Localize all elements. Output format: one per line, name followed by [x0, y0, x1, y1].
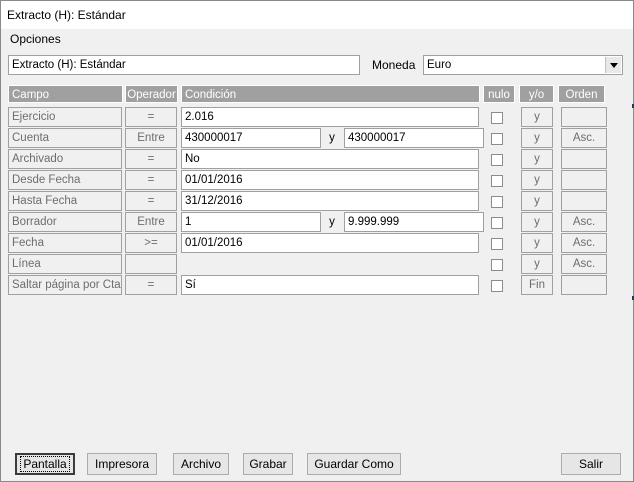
row-borrador-nulo-checkbox[interactable] — [491, 217, 503, 229]
column-header-yo: y/o — [519, 85, 554, 103]
row-ejercicio-yo[interactable]: y — [521, 107, 553, 127]
row-archivado-condicion[interactable]: No — [181, 149, 479, 169]
title-bar: Extracto (H): Estándar — [1, 1, 633, 29]
row-hasta-fecha-nulo-checkbox[interactable] — [491, 196, 503, 208]
row-archivado-nulo-checkbox[interactable] — [491, 154, 503, 166]
column-header-condicion: Condición — [181, 85, 480, 103]
column-header-operador: Operador — [125, 85, 178, 103]
row-ejercicio-nulo-checkbox[interactable] — [491, 112, 503, 124]
grabar-button[interactable]: Grabar — [243, 453, 293, 475]
row-cuenta-nulo-checkbox[interactable] — [491, 133, 503, 145]
row-desde-fecha-condicion[interactable]: 01/01/2016 — [181, 170, 479, 190]
row-borrador-separator: y — [329, 216, 335, 228]
currency-value: Euro — [427, 59, 452, 71]
row-archivado-campo: Archivado — [8, 149, 122, 169]
row-linea-orden[interactable]: Asc. — [561, 254, 607, 274]
row-ejercicio-campo: Ejercicio — [8, 107, 122, 127]
row-cuenta-condicion-hasta[interactable]: 430000017 — [344, 128, 484, 148]
row-saltar-pagina-yo[interactable]: Fin — [521, 275, 553, 295]
row-linea-campo: Línea — [8, 254, 122, 274]
row-linea-operador[interactable] — [125, 254, 177, 274]
guardar-como-button[interactable]: Guardar Como — [307, 453, 401, 475]
archivo-button[interactable]: Archivo — [173, 453, 229, 475]
row-borrador-campo: Borrador — [8, 212, 122, 232]
row-hasta-fecha-operador[interactable]: = — [125, 191, 177, 211]
column-header-orden: Orden — [558, 85, 605, 103]
row-fecha-campo: Fecha — [8, 233, 122, 253]
impresora-button[interactable]: Impresora — [87, 453, 157, 475]
row-fecha-condicion[interactable]: 01/01/2016 — [181, 233, 479, 253]
row-saltar-pagina-orden[interactable] — [561, 275, 607, 295]
row-desde-fecha-operador[interactable]: = — [125, 170, 177, 190]
row-borrador-yo[interactable]: y — [521, 212, 553, 232]
chevron-down-icon[interactable] — [605, 57, 621, 73]
row-borrador-operador[interactable]: Entre — [125, 212, 177, 232]
row-hasta-fecha-orden[interactable] — [561, 191, 607, 211]
row-cuenta-condicion-desde[interactable]: 430000017 — [181, 128, 321, 148]
row-desde-fecha-yo[interactable]: y — [521, 170, 553, 190]
row-ejercicio-condicion[interactable]: 2.016 — [181, 107, 479, 127]
row-cuenta-orden[interactable]: Asc. — [561, 128, 607, 148]
pantalla-button[interactable]: Pantalla — [15, 453, 75, 475]
row-fecha-nulo-checkbox[interactable] — [491, 238, 503, 250]
row-desde-fecha-orden[interactable] — [561, 170, 607, 190]
currency-select[interactable]: Euro — [423, 55, 623, 75]
row-desde-fecha-campo: Desde Fecha — [8, 170, 122, 190]
row-saltar-pagina-nulo-checkbox[interactable] — [491, 280, 503, 292]
row-cuenta-operador[interactable]: Entre — [125, 128, 177, 148]
salir-button[interactable]: Salir — [561, 453, 621, 475]
row-ejercicio-operador[interactable]: = — [125, 107, 177, 127]
pantalla-button-label: Pantalla — [20, 456, 70, 472]
menu-opciones[interactable]: Opciones — [10, 32, 61, 46]
row-cuenta-yo[interactable]: y — [521, 128, 553, 148]
window-title: Extracto (H): Estándar — [7, 8, 126, 22]
currency-label: Moneda — [372, 58, 416, 72]
row-ejercicio-orden[interactable] — [561, 107, 607, 127]
row-cuenta-separator: y — [329, 132, 335, 144]
row-hasta-fecha-condicion[interactable]: 31/12/2016 — [181, 191, 479, 211]
row-fecha-yo[interactable]: y — [521, 233, 553, 253]
row-saltar-pagina-campo: Saltar página por Cta. — [8, 275, 122, 295]
row-linea-yo[interactable]: y — [521, 254, 553, 274]
row-desde-fecha-nulo-checkbox[interactable] — [491, 175, 503, 187]
column-header-campo: Campo — [8, 85, 123, 103]
row-fecha-operador[interactable]: >= — [125, 233, 177, 253]
row-saltar-pagina-condicion[interactable]: Sí — [181, 275, 479, 295]
row-hasta-fecha-campo: Hasta Fecha — [8, 191, 122, 211]
row-hasta-fecha-yo[interactable]: y — [521, 191, 553, 211]
row-archivado-yo[interactable]: y — [521, 149, 553, 169]
row-borrador-condicion-desde[interactable]: 1 — [181, 212, 321, 232]
report-dialog: Extracto (H): Estándar Opciones Extracto… — [0, 0, 634, 482]
row-cuenta-campo: Cuenta — [8, 128, 122, 148]
row-fecha-orden[interactable]: Asc. — [561, 233, 607, 253]
report-name-input[interactable]: Extracto (H): Estándar — [8, 55, 360, 75]
row-archivado-operador[interactable]: = — [125, 149, 177, 169]
column-header-nulo: nulo — [483, 85, 515, 103]
row-archivado-orden[interactable] — [561, 149, 607, 169]
row-borrador-condicion-hasta[interactable]: 9.999.999 — [344, 212, 484, 232]
row-linea-nulo-checkbox[interactable] — [491, 259, 503, 271]
row-borrador-orden[interactable]: Asc. — [561, 212, 607, 232]
row-saltar-pagina-operador[interactable]: = — [125, 275, 177, 295]
